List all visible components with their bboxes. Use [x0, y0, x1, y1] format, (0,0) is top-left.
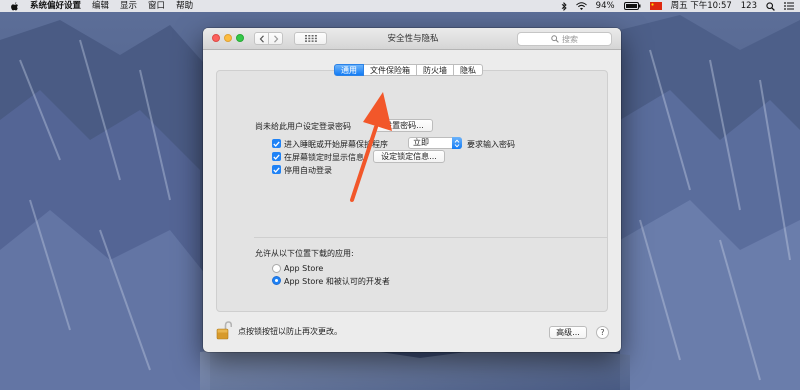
select-value: 立即 — [413, 138, 429, 147]
input-method-indicator[interactable]: 123 — [741, 0, 757, 12]
menu-edit[interactable]: 编辑 — [92, 0, 109, 12]
checkmark-icon — [273, 153, 280, 160]
menu-view[interactable]: 显示 — [120, 0, 137, 12]
input-source-flag-icon[interactable] — [649, 2, 662, 10]
radio-app-store-label: App Store — [284, 264, 324, 273]
status-area: 94% 周五 下午10:57 123 — [552, 0, 794, 12]
tab-filevault[interactable]: 文件保险箱 — [364, 64, 417, 76]
wifi-icon[interactable] — [575, 2, 587, 10]
search-input[interactable]: 搜索 — [517, 32, 612, 46]
password-notice: 尚未给此用户设定登录密码 — [255, 122, 351, 131]
help-button[interactable]: ? — [596, 326, 609, 339]
chevron-left-icon — [259, 34, 264, 43]
disable-auto-login-checkbox[interactable] — [272, 165, 281, 174]
radio-app-store-identified-devs[interactable] — [272, 276, 281, 285]
search-placeholder: 搜索 — [562, 34, 578, 44]
window-title: 安全性与隐私 — [387, 34, 439, 44]
spotlight-icon[interactable] — [766, 1, 775, 11]
grid-icon — [304, 35, 317, 42]
radio-app-store-identified-devs-label: App Store 和被认可的开发者 — [284, 277, 390, 286]
minimize-button[interactable] — [224, 34, 232, 42]
set-lock-message-button[interactable]: 设定锁定信息... — [373, 150, 445, 163]
lock-button[interactable] — [216, 321, 233, 343]
set-password-button[interactable]: 设置密码... — [375, 119, 433, 132]
disable-auto-login-label: 停用自动登录 — [284, 166, 332, 175]
require-password-suffix: 要求输入密码 — [467, 140, 515, 149]
close-button[interactable] — [212, 34, 220, 42]
security-privacy-window: 安全性与隐私 搜索 通用 文件保险箱 防火墙 隐私 尚未给此用户设定登录密码 设… — [203, 28, 621, 352]
title-bar[interactable]: 安全性与隐私 搜索 — [203, 28, 621, 50]
menu-window[interactable]: 窗口 — [148, 0, 165, 12]
apple-menu-icon[interactable] — [11, 1, 19, 11]
general-pane: 尚未给此用户设定登录密码 设置密码... 进入睡眠或开始屏幕保护程序 立即 要求… — [216, 70, 608, 312]
notification-center-icon[interactable] — [784, 2, 794, 10]
checkmark-icon — [273, 166, 280, 173]
menu-app-name[interactable]: 系统偏好设置 — [30, 0, 81, 12]
lock-open-icon — [216, 321, 233, 340]
search-icon — [551, 35, 559, 43]
require-password-label: 进入睡眠或开始屏幕保护程序 — [284, 140, 388, 149]
show-message-checkbox[interactable] — [272, 152, 281, 161]
show-all-button[interactable] — [294, 32, 327, 45]
tab-bar: 通用 文件保险箱 防火墙 隐私 — [334, 64, 483, 76]
chevron-right-icon — [273, 34, 278, 43]
allow-apps-label: 允许从以下位置下载的应用: — [255, 249, 354, 258]
menu-bar: 系统偏好设置 编辑 显示 窗口 帮助 94% 周五 下午10:57 123 — [0, 0, 800, 12]
lock-message: 点按锁按钮以防止再次更改。 — [238, 327, 342, 336]
tab-privacy[interactable]: 隐私 — [454, 64, 483, 76]
advanced-button[interactable]: 高级... — [549, 326, 587, 339]
forward-button[interactable] — [268, 32, 283, 45]
section-divider — [254, 237, 608, 238]
tab-firewall[interactable]: 防火墙 — [417, 64, 454, 76]
menubar-clock[interactable]: 周五 下午10:57 — [671, 0, 732, 12]
require-password-checkbox[interactable] — [272, 139, 281, 148]
battery-icon[interactable] — [623, 2, 641, 10]
menu-help[interactable]: 帮助 — [176, 0, 193, 12]
require-password-delay-select[interactable]: 立即 — [408, 137, 462, 149]
back-button[interactable] — [254, 32, 269, 45]
select-arrows-icon — [452, 137, 462, 149]
tab-general[interactable]: 通用 — [334, 64, 364, 76]
battery-percentage: 94% — [595, 1, 615, 11]
checkmark-icon — [273, 140, 280, 147]
bluetooth-icon[interactable] — [561, 1, 567, 11]
zoom-button[interactable] — [236, 34, 244, 42]
show-message-label: 在屏幕锁定时显示信息 — [284, 153, 364, 162]
radio-app-store[interactable] — [272, 264, 281, 273]
